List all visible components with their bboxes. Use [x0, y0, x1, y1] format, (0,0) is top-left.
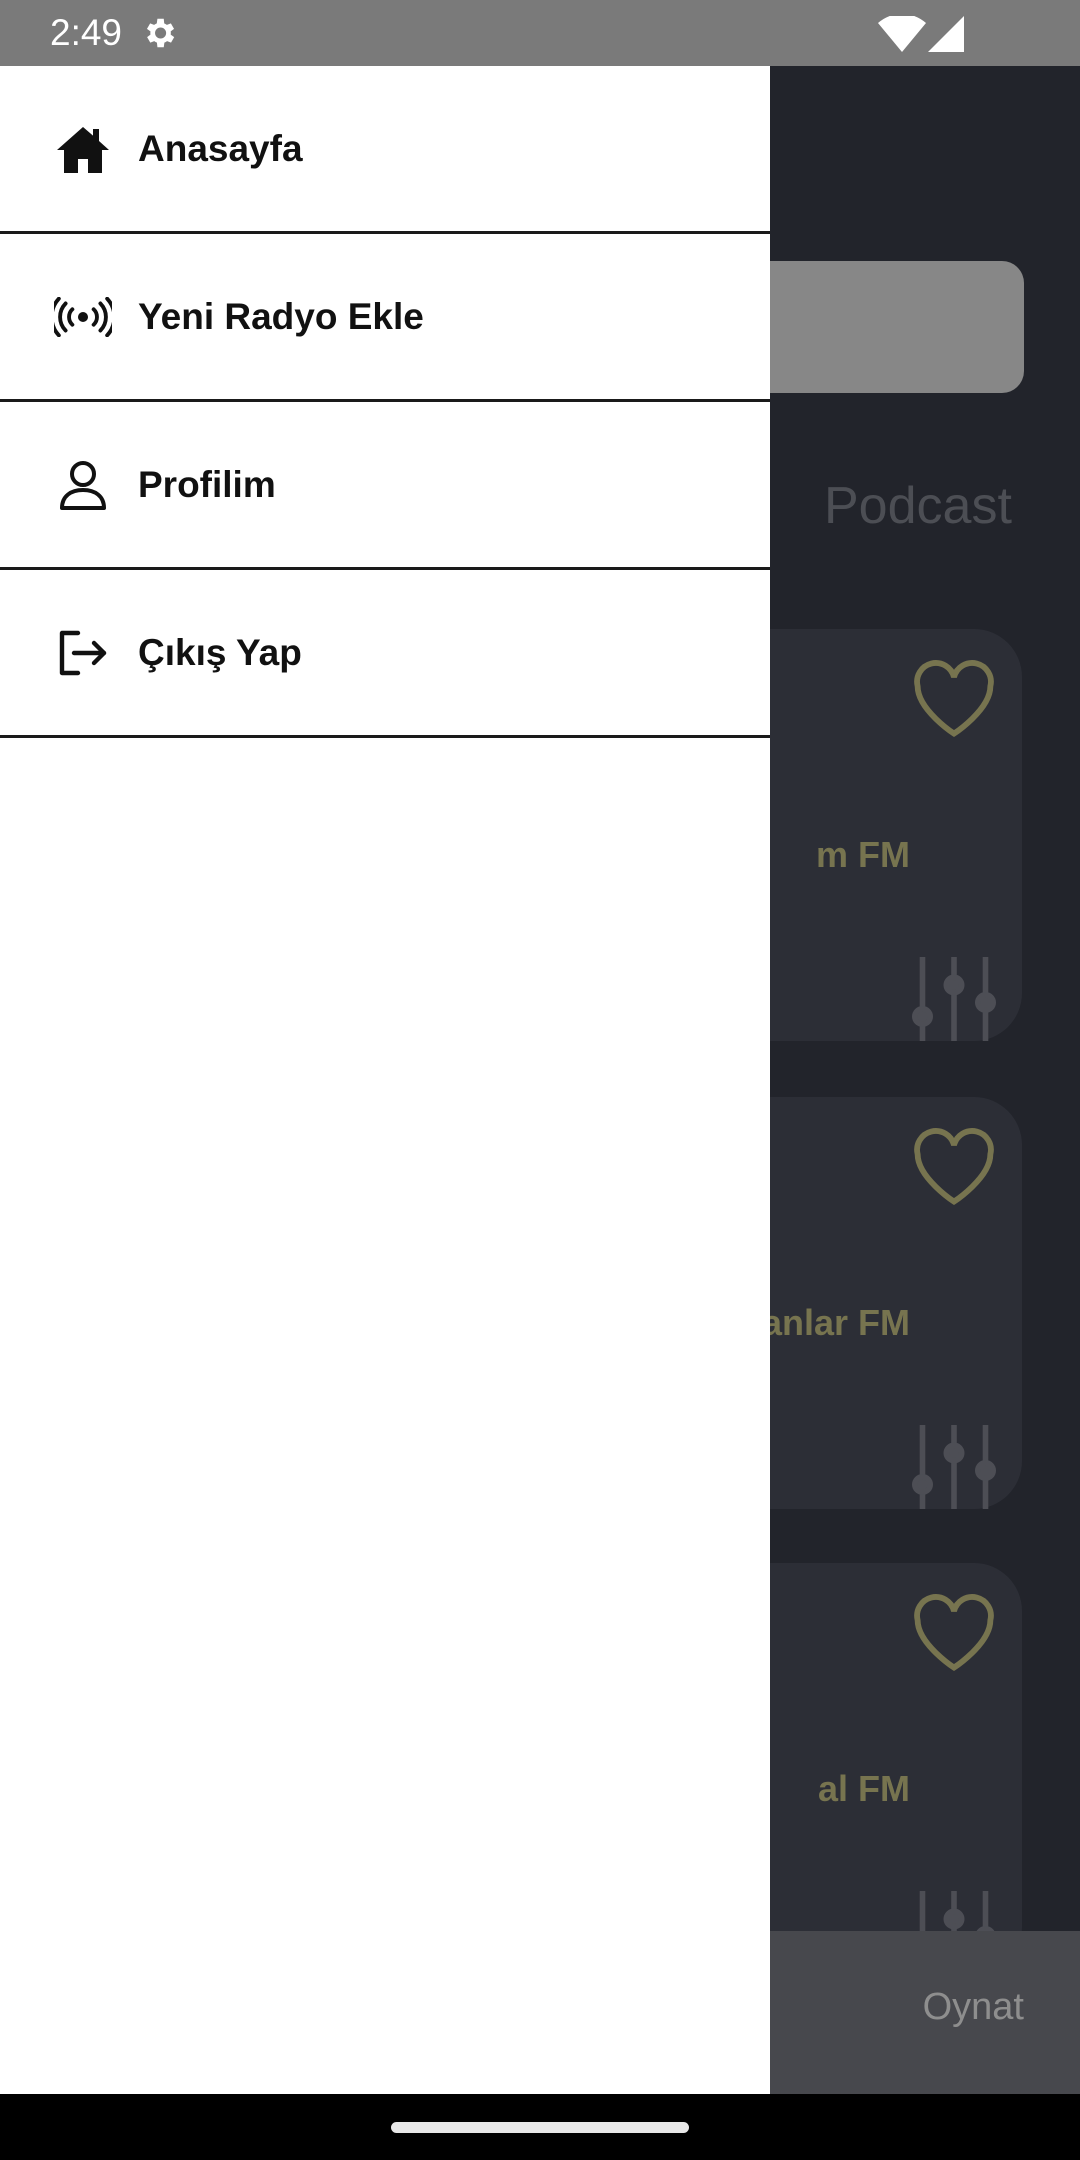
signal-icon — [928, 16, 964, 52]
home-gesture-handle[interactable] — [391, 2122, 689, 2133]
radio-broadcast-icon — [54, 288, 112, 346]
drawer-item-label: Anasayfa — [138, 127, 303, 169]
equalizer-icon — [912, 1425, 996, 1509]
system-nav-bar — [0, 2094, 1080, 2160]
person-icon — [54, 456, 112, 514]
tab-podcast[interactable]: Podcast — [824, 476, 1012, 536]
play-button[interactable]: Oynat — [923, 1986, 1024, 2029]
heart-icon[interactable] — [910, 659, 998, 739]
drawer-item-label: Profilim — [138, 463, 276, 505]
drawer-item-logout[interactable]: Çıkış Yap — [0, 570, 770, 738]
status-bar: 2:49 — [0, 0, 1080, 66]
heart-icon[interactable] — [910, 1127, 998, 1207]
drawer-item-label: Çıkış Yap — [138, 631, 302, 673]
status-time: 2:49 — [50, 12, 123, 53]
gear-icon — [146, 18, 175, 48]
wifi-icon — [878, 16, 926, 52]
equalizer-icon — [912, 957, 996, 1041]
drawer-item-home[interactable]: Anasayfa — [0, 66, 770, 234]
drawer-item-add-radio[interactable]: Yeni Radyo Ekle — [0, 234, 770, 402]
navigation-drawer: Anasayfa Yeni Radyo Ekle Profilim Çıkış … — [0, 66, 770, 2094]
heart-icon[interactable] — [910, 1593, 998, 1673]
home-icon — [54, 120, 112, 178]
drawer-item-profile[interactable]: Profilim — [0, 402, 770, 570]
drawer-item-label: Yeni Radyo Ekle — [138, 295, 424, 337]
logout-icon — [54, 624, 112, 682]
